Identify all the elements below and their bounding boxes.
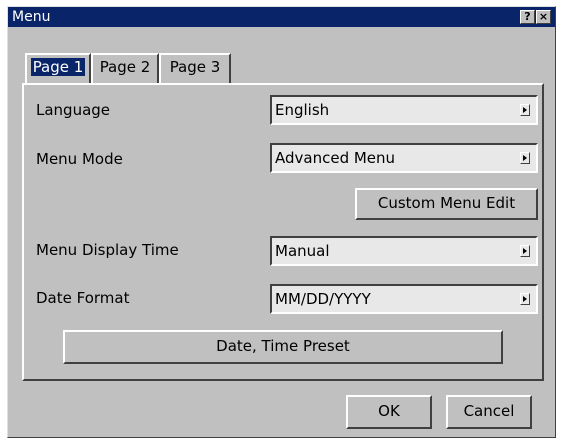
language-select[interactable]: English (270, 95, 538, 125)
menu-mode-value: Advanced Menu (275, 149, 396, 167)
window-title: Menu (12, 9, 51, 25)
cancel-button[interactable]: Cancel (446, 395, 532, 429)
arrow-right-icon[interactable] (520, 245, 530, 257)
tab-page-1[interactable]: Page 1 (25, 53, 91, 83)
arrow-right-icon[interactable] (520, 104, 530, 116)
date-format-value: MM/DD/YYYY (275, 290, 371, 308)
date-time-preset-button[interactable]: Date, Time Preset (63, 330, 503, 364)
help-button[interactable]: ? (520, 10, 535, 24)
tab-page-3[interactable]: Page 3 (159, 53, 231, 83)
menu-display-time-select[interactable]: Manual (270, 236, 538, 266)
date-format-label: Date Format (36, 289, 130, 307)
date-format-select[interactable]: MM/DD/YYYY (270, 284, 538, 314)
custom-menu-edit-button[interactable]: Custom Menu Edit (355, 188, 538, 220)
tab-page-3-label: Page 3 (169, 58, 221, 76)
title-bar: Menu ? × (8, 7, 555, 27)
tab-page-2-label: Page 2 (99, 58, 151, 76)
menu-mode-label: Menu Mode (36, 150, 123, 168)
tab-page-1-label: Page 1 (30, 58, 86, 76)
arrow-right-icon[interactable] (520, 152, 530, 164)
tab-page-2[interactable]: Page 2 (91, 53, 159, 83)
language-label: Language (36, 101, 111, 119)
menu-display-time-label: Menu Display Time (36, 241, 179, 259)
close-button[interactable]: × (536, 10, 551, 24)
menu-display-time-value: Manual (275, 242, 330, 260)
ok-button[interactable]: OK (346, 395, 432, 429)
arrow-right-icon[interactable] (520, 293, 530, 305)
menu-mode-select[interactable]: Advanced Menu (270, 143, 538, 173)
language-value: English (275, 101, 330, 119)
menu-dialog: Menu ? × Page 1 Page 2 Page 3 Language E… (7, 6, 556, 438)
